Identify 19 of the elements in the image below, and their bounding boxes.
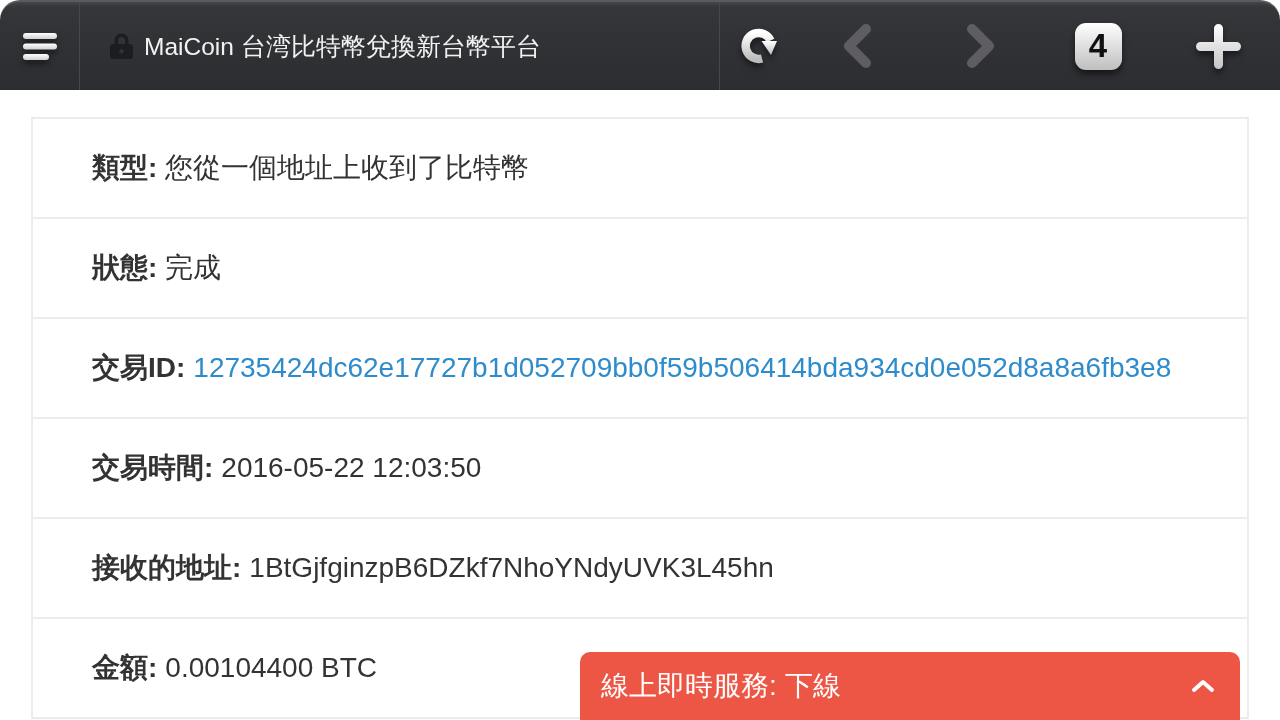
field-value: 1BtGjfginzpB6DZkf7NhoYNdyUVK3L45hn [249, 552, 774, 584]
page-title: MaiCoin 台湾比特幣兌換新台幣平台 [144, 31, 541, 62]
field-value: 2016-05-22 12:03:50 [221, 452, 482, 484]
menu-icon[interactable] [22, 32, 57, 60]
field-label: 交易時間: [92, 451, 214, 485]
field-label: 狀態: [92, 251, 158, 285]
field-value: 您從一個地址上收到了比特幣 [165, 151, 530, 185]
transaction-link[interactable]: 12735424dc62e17727b1d052709bb0f59b506414bda934cd0e052d8a8a6fb3e8 [193, 352, 1172, 384]
refresh-icon[interactable] [741, 28, 777, 64]
field-label: 交易ID: [92, 351, 186, 385]
field-label: 類型: [92, 151, 158, 185]
field-value: 0.00104400 BTC [165, 652, 378, 684]
tab-count-button[interactable]: 4 [1074, 22, 1122, 70]
chat-title: 線上即時服務: 下線 [601, 669, 841, 703]
field-label: 接收的地址: [92, 551, 242, 585]
plus-icon[interactable] [1196, 23, 1241, 69]
field-label: 金額: [92, 651, 158, 685]
field-value: 完成 [165, 251, 222, 285]
chevron-up-icon[interactable] [1191, 679, 1215, 693]
